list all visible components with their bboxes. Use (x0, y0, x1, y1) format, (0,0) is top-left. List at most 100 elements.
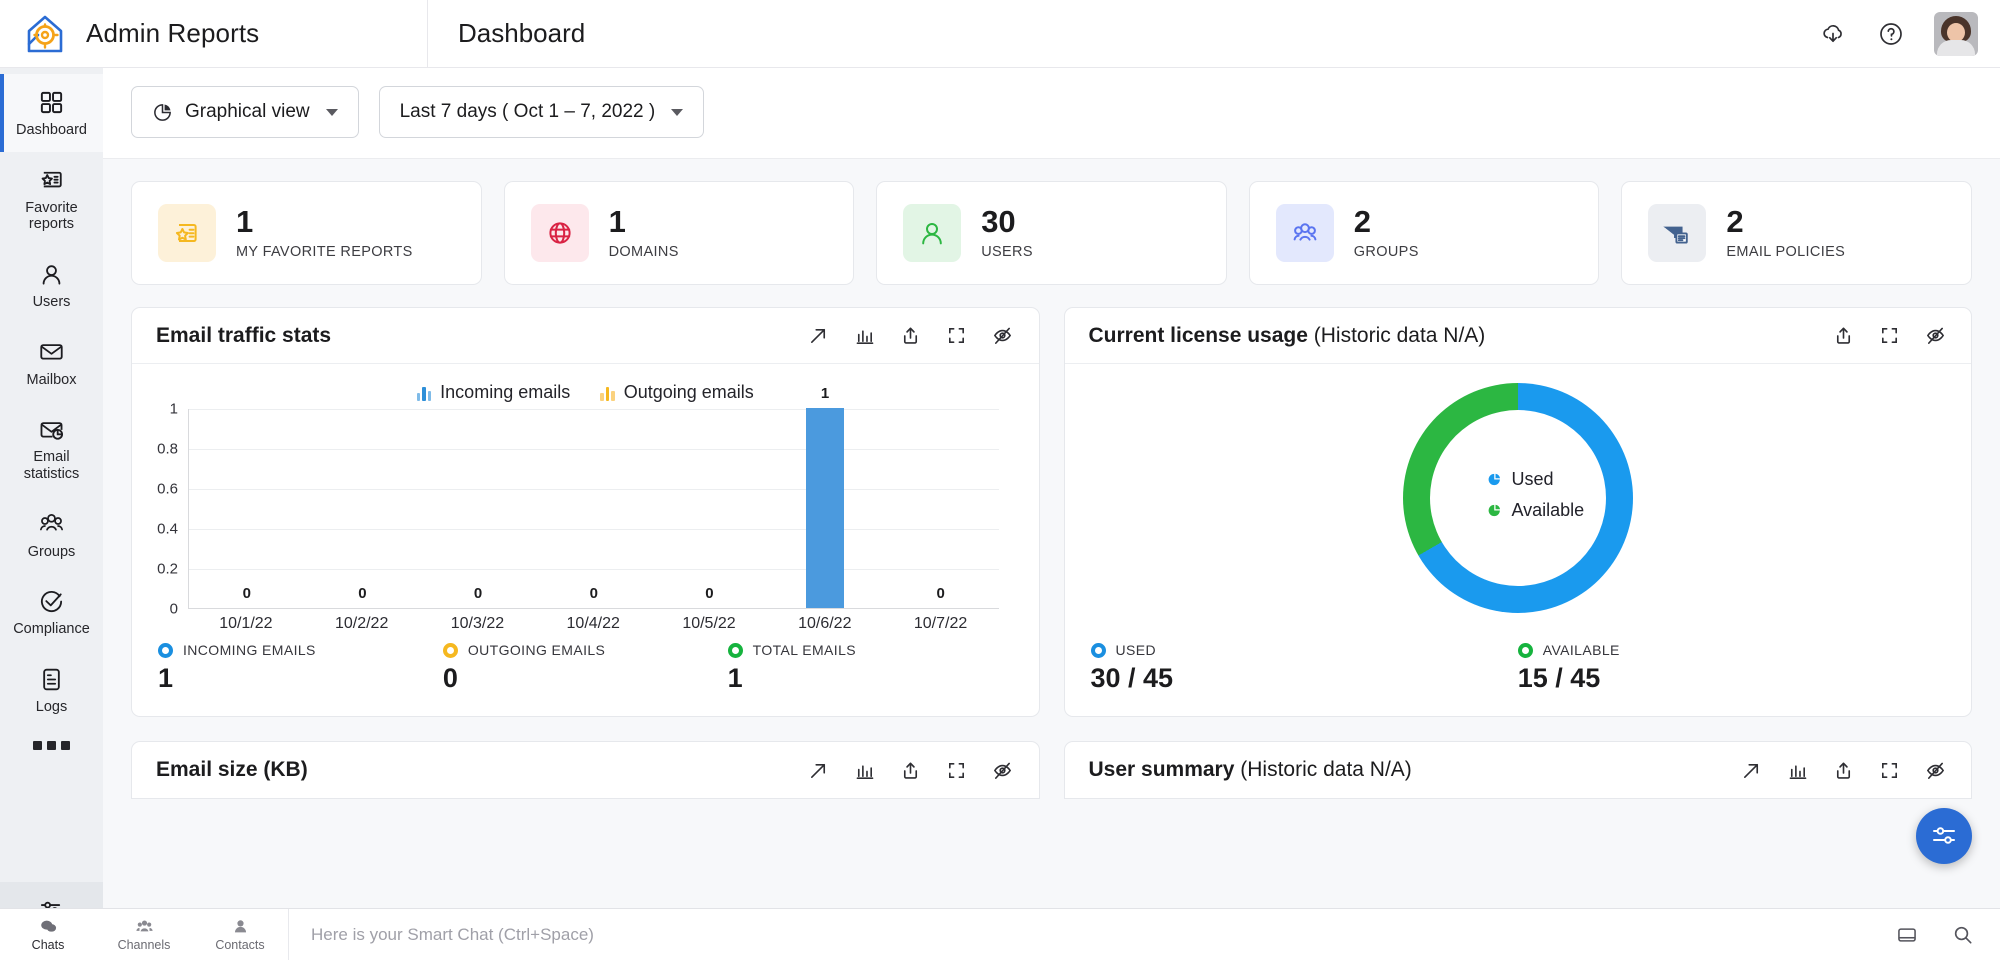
chat-tab-contacts[interactable]: Contacts (192, 909, 288, 960)
settings-fab-button[interactable] (1916, 808, 1972, 864)
dashboard-scroll-area: 1 MY FAVORITE REPORTS (103, 159, 2000, 960)
stat-card-domains[interactable]: 1 DOMAINS (504, 181, 855, 285)
fullscreen-icon[interactable] (945, 324, 969, 348)
bar[interactable] (806, 408, 844, 608)
hide-icon[interactable] (991, 758, 1015, 782)
stat-card-favorite-reports[interactable]: 1 MY FAVORITE REPORTS (131, 181, 482, 285)
sidebar-item-email-statistics[interactable]: Emailstatistics (0, 401, 103, 495)
legend-label: Used (1511, 469, 1553, 490)
x-tick-label: 10/1/22 (188, 615, 304, 633)
chart-legend-top: Incoming emails Outgoing emails (132, 364, 1039, 409)
sidebar-item-users[interactable]: Users (0, 246, 103, 324)
bar-value-label: 0 (936, 585, 944, 602)
stat-label: EMAIL POLICIES (1726, 244, 1845, 260)
sidebar-item-label: Groups (28, 544, 76, 561)
chevron-down-icon (671, 109, 683, 116)
sidebar-item-logs[interactable]: Logs (0, 651, 103, 729)
color-dot (1518, 643, 1533, 658)
cloud-download-icon[interactable] (1818, 19, 1848, 49)
bar-column[interactable]: 0 (305, 409, 421, 608)
sidebar-item-compliance[interactable]: Compliance (0, 573, 103, 651)
bar-column[interactable]: 1 (767, 409, 883, 608)
bar-column[interactable]: 0 (189, 409, 305, 608)
help-circle-icon[interactable] (1876, 19, 1906, 49)
pie-chart-icon (152, 102, 173, 123)
open-external-icon[interactable] (807, 758, 831, 782)
stat-card-email-policies[interactable]: 2 EMAIL POLICIES (1621, 181, 1972, 285)
view-selector[interactable]: Graphical view (131, 86, 359, 138)
sidebar-item-favorite-reports[interactable]: Favoritereports (0, 152, 103, 246)
legend-label: Outgoing emails (624, 382, 754, 403)
hide-icon[interactable] (991, 324, 1015, 348)
footer-stat-total: TOTAL EMAILS 1 (728, 642, 1013, 694)
grid-icon (37, 87, 67, 117)
share-icon[interactable] (1831, 324, 1855, 348)
stat-label: USERS (981, 244, 1033, 260)
color-dot (1091, 643, 1106, 658)
fullscreen-icon[interactable] (1877, 758, 1901, 782)
fullscreen-icon[interactable] (945, 758, 969, 782)
share-icon[interactable] (1831, 758, 1855, 782)
date-range-selector[interactable]: Last 7 days ( Oct 1 – 7, 2022 ) (379, 86, 705, 138)
sidebar-item-dashboard[interactable]: Dashboard (0, 74, 103, 152)
stat-value: 1 (236, 206, 413, 239)
stat-card-users[interactable]: 30 USERS (876, 181, 1227, 285)
panel-title: Current license usage (Historic data N/A… (1089, 324, 1486, 348)
chart-type-icon[interactable] (853, 324, 877, 348)
bar-column[interactable]: 0 (420, 409, 536, 608)
smart-chat-bar: Chats Channels Contacts Here is your Sma… (0, 908, 2000, 960)
bar-series-icon (417, 385, 432, 401)
bar-value-label: 0 (705, 585, 713, 602)
group-icon (37, 509, 67, 539)
avatar[interactable] (1934, 12, 1978, 56)
plot-area: 0000010 (188, 409, 999, 609)
star-report-icon (158, 204, 216, 262)
stat-value: 1 (609, 206, 679, 239)
minimize-icon[interactable] (1892, 920, 1922, 950)
legend-item-incoming[interactable]: Incoming emails (417, 382, 571, 403)
bar-value-label: 1 (821, 385, 829, 402)
hide-icon[interactable] (1923, 324, 1947, 348)
bar-column[interactable]: 0 (883, 409, 999, 608)
sidebar-item-groups[interactable]: Groups (0, 496, 103, 574)
legend-item-used[interactable]: Used (1486, 469, 1584, 490)
share-icon[interactable] (899, 758, 923, 782)
chat-tab-chats[interactable]: Chats (0, 909, 96, 960)
stat-cards: 1 MY FAVORITE REPORTS (131, 181, 1972, 285)
fullscreen-icon[interactable] (1877, 324, 1901, 348)
share-icon[interactable] (899, 324, 923, 348)
open-external-icon[interactable] (1739, 758, 1763, 782)
panel-title: Email traffic stats (156, 324, 331, 348)
footer-stat-value: 30 / 45 (1091, 663, 1518, 694)
search-icon[interactable] (1948, 920, 1978, 950)
chat-tab-channels[interactable]: Channels (96, 909, 192, 960)
chart-type-icon[interactable] (853, 758, 877, 782)
legend-item-available[interactable]: Available (1486, 500, 1584, 521)
bar-value-label: 0 (474, 585, 482, 602)
view-selector-label: Graphical view (185, 101, 310, 123)
footer-stat-label: INCOMING EMAILS (183, 642, 316, 658)
sidebar-item-label: Logs (36, 699, 67, 716)
stat-label: MY FAVORITE REPORTS (236, 244, 413, 260)
sidebar-item-label: Compliance (13, 621, 90, 638)
stat-card-groups[interactable]: 2 GROUPS (1249, 181, 1600, 285)
legend-item-outgoing[interactable]: Outgoing emails (600, 382, 754, 403)
chevron-down-icon (326, 109, 338, 116)
panel-user-summary: User summary (Historic data N/A) (1064, 741, 1973, 799)
contact-icon (231, 917, 250, 936)
more-dots-icon[interactable] (0, 729, 103, 760)
sidebar-item-mailbox[interactable]: Mailbox (0, 324, 103, 402)
user-icon (37, 259, 67, 289)
stat-card-text: 30 USERS (981, 206, 1033, 260)
open-external-icon[interactable] (807, 324, 831, 348)
smart-chat-input[interactable]: Here is your Smart Chat (Ctrl+Space) (288, 909, 1892, 960)
panel-tools (807, 758, 1015, 782)
bar-column[interactable]: 0 (652, 409, 768, 608)
footer-stat-label: USED (1116, 642, 1157, 658)
bar-column[interactable]: 0 (536, 409, 652, 608)
chart-type-icon[interactable] (1785, 758, 1809, 782)
y-tick: 0.2 (157, 561, 178, 578)
dot (33, 741, 42, 750)
x-tick-label: 10/3/22 (420, 615, 536, 633)
hide-icon[interactable] (1923, 758, 1947, 782)
